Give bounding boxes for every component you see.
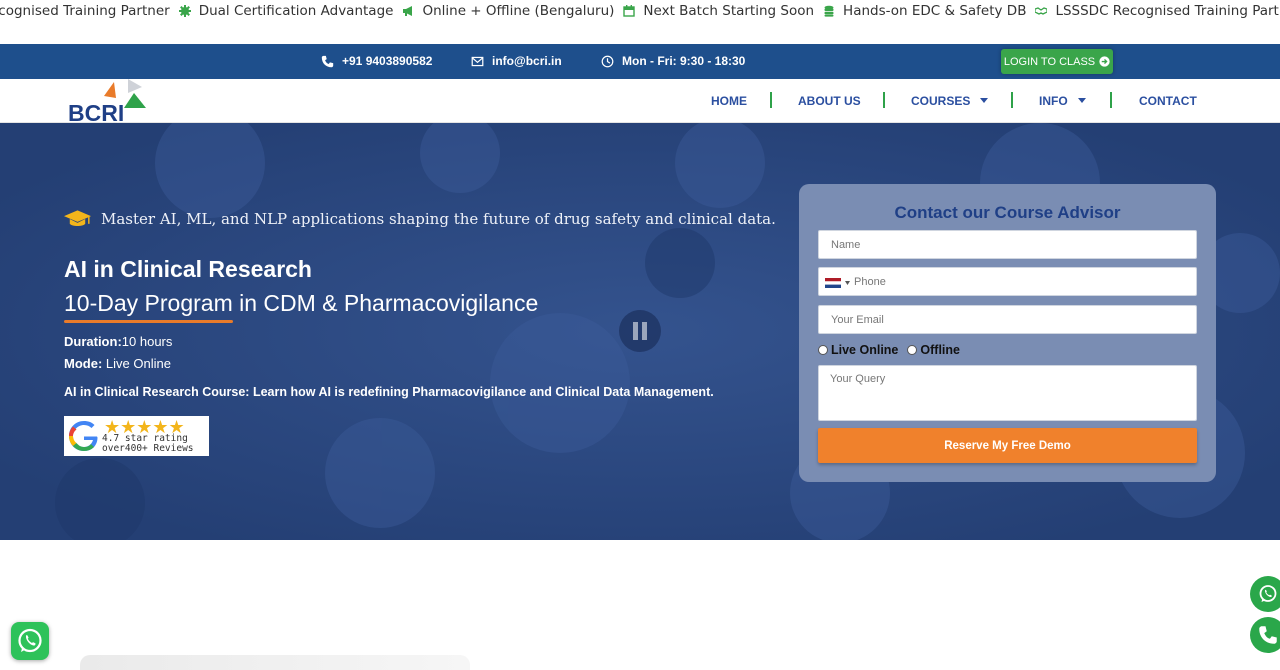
- phone-placeholder: Phone: [854, 276, 886, 288]
- submit-label: Reserve My Free Demo: [944, 439, 1071, 452]
- phone-number: +91 9403890582: [342, 54, 433, 68]
- nav-divider: [1011, 92, 1013, 108]
- login-label: LOGIN TO CLASS: [1003, 55, 1096, 68]
- graduation-cap-icon: [64, 210, 91, 226]
- office-hours: Mon - Fri: 9:30 - 18:30: [601, 54, 745, 68]
- ticker-item-text: Online + Offline (Bengaluru): [422, 3, 615, 19]
- subtitle-highlight: 10-Day Program: [64, 290, 233, 323]
- handshake-icon: [1034, 5, 1049, 17]
- chevron-down-icon: [845, 281, 850, 285]
- email-address: info@bcri.in: [492, 54, 562, 68]
- tagline-text: Master AI, ML, and NLP applications shap…: [101, 210, 776, 228]
- reserve-demo-button[interactable]: Reserve My Free Demo: [818, 428, 1197, 463]
- course-subtitle: 10-Day Program in CDM & Pharmacovigilanc…: [64, 290, 539, 323]
- caret-down-icon: [980, 98, 989, 103]
- main-navbar: BCRI HOME ABOUT US COURSES INFO CONTACT: [0, 79, 1280, 126]
- nav-courses[interactable]: COURSES: [911, 94, 989, 108]
- gear-badge-icon: [178, 5, 191, 17]
- bcri-logo[interactable]: BCRI: [66, 79, 148, 126]
- subtitle-rest: in CDM & Pharmacovigilance: [232, 290, 539, 316]
- phone-contact[interactable]: +91 9403890582: [321, 54, 432, 68]
- ticker-item: ecognised Training Partner: [0, 3, 170, 19]
- announcement-ticker: ecognised Training Partner Dual Certifica…: [0, 0, 1280, 24]
- phone-icon: [1259, 626, 1277, 644]
- course-title: AI in Clinical Research: [64, 256, 312, 282]
- name-placeholder: Name: [831, 239, 861, 251]
- duration-label: Duration:: [64, 334, 122, 349]
- ticker-item-text: Dual Certification Advantage: [198, 3, 394, 19]
- phone-icon: [321, 55, 334, 67]
- ticker-item-text: ecognised Training Partner: [0, 3, 170, 19]
- arrow-circle-right-icon: [1099, 56, 1110, 67]
- hero-section: Master AI, ML, and NLP applications shap…: [0, 123, 1280, 540]
- nav-contact[interactable]: CONTACT: [1139, 94, 1197, 108]
- caret-down-icon: [1077, 98, 1086, 103]
- mode-value: Live Online: [102, 356, 171, 371]
- nav-info-label: INFO: [1039, 94, 1068, 108]
- clock-icon: [601, 55, 614, 67]
- megaphone-icon: [402, 5, 414, 17]
- nav-home[interactable]: HOME: [711, 94, 747, 108]
- ticker-item: LSSSDC Recognised Training Partner: [1034, 3, 1280, 19]
- email-placeholder: Your Email: [831, 314, 884, 326]
- hero-tagline: Master AI, ML, and NLP applications shap…: [64, 210, 776, 228]
- name-input[interactable]: Name: [818, 230, 1197, 259]
- nav-home-label: HOME: [711, 94, 747, 108]
- radio-offline-label: Offline: [920, 343, 960, 357]
- email-input[interactable]: Your Email: [818, 305, 1197, 334]
- whatsapp-chat-button[interactable]: [11, 622, 49, 660]
- whatsapp-icon: [1259, 585, 1277, 602]
- ticker-item: Online + Offline (Bengaluru): [402, 3, 614, 19]
- top-contact-bar: +91 9403890582 info@bcri.in Mon - Fri: 9…: [0, 44, 1280, 79]
- whatsapp-float-button[interactable]: [1250, 576, 1280, 612]
- form-title: Contact our Course Advisor: [894, 203, 1121, 222]
- ticker-item-text: LSSSDC Recognised Training Partner: [1055, 3, 1280, 19]
- course-description: AI in Clinical Research Course: Learn ho…: [64, 385, 714, 399]
- mode-radio-group: Live Online Offline: [818, 343, 969, 357]
- query-placeholder: Your Query: [830, 373, 886, 385]
- ticker-item: Hands-on EDC & Safety DB: [823, 3, 1026, 19]
- duration-value: 10 hours: [121, 334, 173, 349]
- ticker-item: Dual Certification Advantage: [178, 3, 394, 19]
- radio-live-online-label: Live Online: [831, 343, 899, 357]
- radio-live-online[interactable]: [818, 345, 828, 355]
- database-icon: [823, 5, 835, 17]
- nav-info[interactable]: INFO: [1039, 94, 1086, 108]
- contact-advisor-form: Contact our Course Advisor Name Phone Yo…: [799, 184, 1216, 482]
- nav-about-label: ABOUT US: [798, 94, 861, 108]
- phone-input[interactable]: Phone: [818, 267, 1197, 296]
- ticker-item-text: Hands-on EDC & Safety DB: [843, 3, 1027, 19]
- nav-divider: [1110, 92, 1112, 108]
- next-section-preview: [80, 655, 470, 670]
- rating-line-2: over400+ Reviews: [102, 443, 194, 454]
- mode-line: Mode: Live Online: [64, 356, 171, 371]
- whatsapp-icon: [18, 628, 42, 653]
- mode-label: Mode:: [64, 356, 103, 371]
- ticker-item: Next Batch Starting Soon: [623, 3, 814, 19]
- nav-divider: [770, 92, 772, 108]
- country-flag-icon[interactable]: [825, 278, 841, 288]
- nav-contact-label: CONTACT: [1139, 94, 1197, 108]
- nav-about[interactable]: ABOUT US: [798, 94, 861, 108]
- ticker-track: ecognised Training Partner Dual Certifica…: [0, 3, 1280, 19]
- call-float-button[interactable]: [1250, 617, 1280, 653]
- query-textarea[interactable]: Your Query: [818, 365, 1197, 421]
- pause-slider-button[interactable]: [619, 310, 661, 352]
- mail-icon: [471, 56, 484, 66]
- login-to-class-button[interactable]: LOGIN TO CLASS: [1001, 49, 1113, 74]
- radio-offline[interactable]: [907, 345, 918, 355]
- duration-line: Duration:10 hours: [64, 334, 172, 349]
- hours-text: Mon - Fri: 9:30 - 18:30: [622, 54, 746, 68]
- nav-courses-label: COURSES: [911, 94, 971, 108]
- calendar-icon: [623, 5, 636, 17]
- logo-text: BCRI: [68, 100, 124, 123]
- ticker-item-text: Next Batch Starting Soon: [643, 3, 815, 19]
- email-contact[interactable]: info@bcri.in: [471, 54, 562, 68]
- google-logo-icon: [69, 421, 98, 451]
- google-rating-badge: ★★★★★ 4.7 star rating over400+ Reviews: [64, 416, 209, 456]
- nav-divider: [883, 92, 885, 108]
